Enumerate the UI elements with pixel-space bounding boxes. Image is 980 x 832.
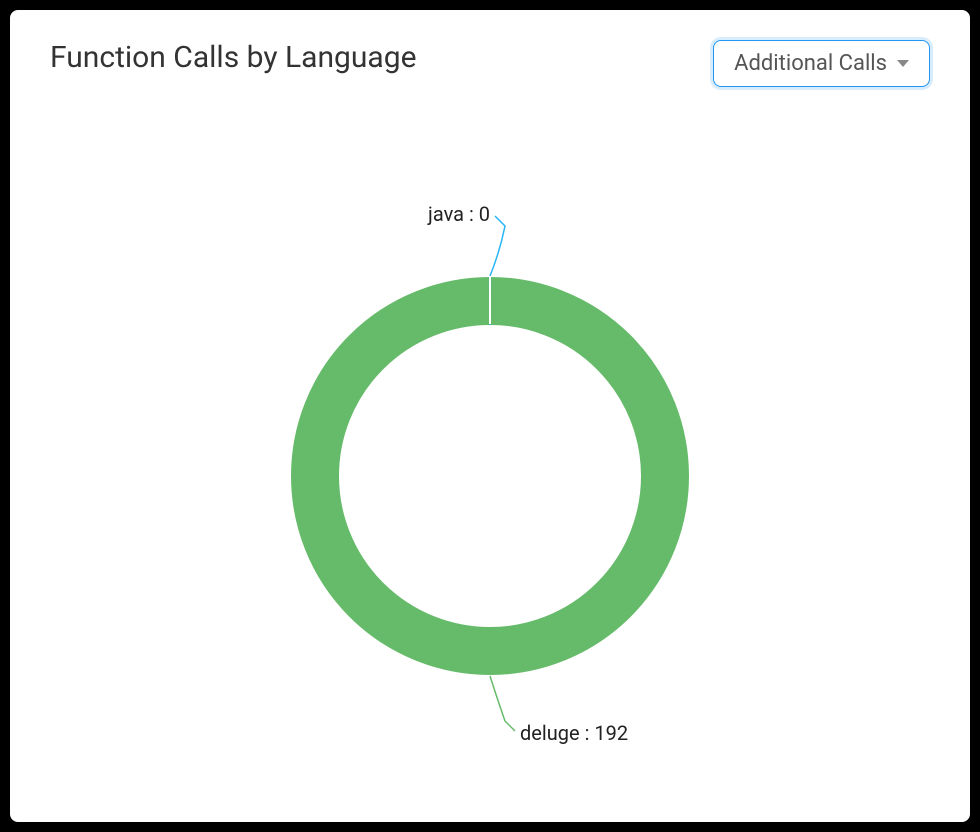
dropdown-label: Additional Calls	[734, 51, 887, 76]
donut-chart: java : 0 deluge : 192	[240, 156, 740, 776]
donut-svg	[240, 156, 740, 776]
slice-gap	[489, 276, 491, 324]
chevron-down-icon	[897, 60, 909, 67]
data-label-java: java : 0	[360, 202, 490, 226]
chart-card: Function Calls by Language Additional Ca…	[10, 10, 970, 822]
card-title: Function Calls by Language	[50, 40, 416, 75]
leader-line-java	[490, 216, 505, 276]
card-header: Function Calls by Language Additional Ca…	[50, 40, 930, 87]
slice-deluge	[315, 301, 665, 651]
data-label-deluge: deluge : 192	[520, 721, 628, 745]
chart-area: java : 0 deluge : 192	[10, 130, 970, 802]
filter-dropdown[interactable]: Additional Calls	[713, 40, 930, 87]
leader-line-deluge	[490, 676, 515, 731]
